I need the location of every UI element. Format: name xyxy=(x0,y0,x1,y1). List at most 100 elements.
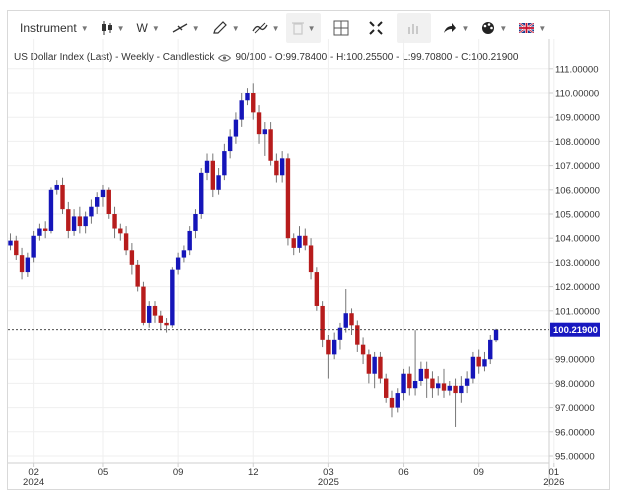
candle-body xyxy=(216,175,221,190)
y-tick-label: 106.00000 xyxy=(555,185,600,196)
candle-body xyxy=(118,228,123,234)
candle-body xyxy=(384,378,389,398)
chart-widget: Instrument ▼ ▼ W ▼ ▼ ▼ ▼ ▼ ▼ ▼ ▼ US Doll… xyxy=(7,10,610,490)
candle-body xyxy=(268,129,273,161)
candle-body xyxy=(245,93,250,101)
candle-body xyxy=(291,238,296,248)
candle-body xyxy=(89,206,94,217)
current-price-label: 100.21900 xyxy=(553,325,598,336)
candle-body xyxy=(274,160,279,176)
candle-body xyxy=(407,373,412,389)
candle-body xyxy=(100,189,106,198)
y-tick-label: 104.00000 xyxy=(555,234,600,245)
y-tick-label: 96.00000 xyxy=(555,427,595,438)
candle-body xyxy=(141,286,146,323)
candle-body xyxy=(349,313,354,326)
candle-body xyxy=(158,315,163,323)
candle-body xyxy=(476,356,481,367)
y-tick-label: 99.00000 xyxy=(555,355,595,366)
candle-body xyxy=(314,272,320,306)
candle-body xyxy=(14,240,19,256)
candle-body xyxy=(170,269,175,326)
candle-body xyxy=(204,160,210,173)
candle-body xyxy=(470,356,476,379)
candle-body xyxy=(447,385,452,391)
candle-body xyxy=(123,233,129,251)
y-tick-label: 111.00000 xyxy=(555,64,599,75)
x-tick-year: 2025 xyxy=(318,477,339,488)
candle-body xyxy=(193,214,198,231)
x-tick-label: 06 xyxy=(398,467,409,478)
x-tick-label: 09 xyxy=(473,467,484,478)
candle-body xyxy=(430,378,435,389)
candle-body xyxy=(424,368,429,379)
candle-body xyxy=(389,397,395,408)
candle-body xyxy=(129,250,135,265)
candle-body xyxy=(25,257,31,273)
candle-body xyxy=(360,344,366,355)
candle-body xyxy=(285,158,291,239)
candle-body xyxy=(366,354,372,374)
candle-body xyxy=(199,172,204,214)
candle-body xyxy=(418,368,424,381)
candle-body xyxy=(106,189,111,214)
candle-body xyxy=(303,235,308,246)
y-tick-label: 97.00000 xyxy=(555,403,595,414)
candle-body xyxy=(412,380,418,389)
y-tick-label: 95.00000 xyxy=(555,452,595,463)
y-tick-label: 107.00000 xyxy=(555,161,600,172)
candle-body xyxy=(308,245,314,273)
candle-body xyxy=(320,305,325,340)
candle-body xyxy=(187,230,192,251)
candle-body xyxy=(135,264,140,287)
x-tick-label: 09 xyxy=(173,467,184,478)
candle-body xyxy=(441,383,447,391)
candlestick-chart[interactable]: 111.00000 110.00000 109.00000 108.00000 107.… xyxy=(8,11,609,489)
candle-body xyxy=(343,313,348,328)
candle-body xyxy=(37,228,42,236)
candle-body xyxy=(279,158,285,176)
candle-body xyxy=(175,257,181,270)
candle-body xyxy=(256,112,262,135)
candle-body xyxy=(453,385,458,394)
candle-body xyxy=(378,356,383,379)
candle-body xyxy=(181,250,187,258)
y-tick-label: 110.00000 xyxy=(555,89,599,100)
candle-body xyxy=(488,339,493,360)
candle-body xyxy=(493,329,499,341)
candle-body xyxy=(77,216,83,227)
y-tick-label: 103.00000 xyxy=(555,258,600,269)
y-tick-label: 109.00000 xyxy=(555,113,600,124)
candle-body xyxy=(71,216,77,231)
candle-body xyxy=(83,216,88,227)
candle-body xyxy=(54,184,59,190)
y-tick-label: 102.00000 xyxy=(555,282,600,293)
candle-body xyxy=(233,119,239,137)
candle-body xyxy=(95,197,100,207)
y-tick-label: 101.00000 xyxy=(555,306,600,317)
candle-body xyxy=(464,378,470,386)
x-tick-year: 2026 xyxy=(543,477,564,488)
candle-body xyxy=(222,151,227,176)
x-tick-label: 05 xyxy=(98,467,109,478)
candle-body xyxy=(436,383,441,389)
candle-body xyxy=(66,209,71,231)
candle-body xyxy=(251,93,256,113)
candle-body xyxy=(147,305,152,323)
candle-body xyxy=(42,228,48,231)
candle-body xyxy=(48,189,54,231)
candle-body xyxy=(372,356,377,374)
candle-body xyxy=(227,136,233,152)
candle-body xyxy=(19,255,25,273)
candle-body xyxy=(152,305,158,316)
candle-body xyxy=(459,385,464,394)
candle-body xyxy=(164,322,169,326)
candle-body xyxy=(331,339,337,355)
candle-body xyxy=(60,184,65,210)
candle-body xyxy=(297,235,302,248)
candle-body xyxy=(8,240,13,246)
candle-body xyxy=(395,393,400,408)
candle-body xyxy=(482,359,487,367)
y-tick-label: 98.00000 xyxy=(555,379,595,390)
candle-body xyxy=(112,214,117,229)
